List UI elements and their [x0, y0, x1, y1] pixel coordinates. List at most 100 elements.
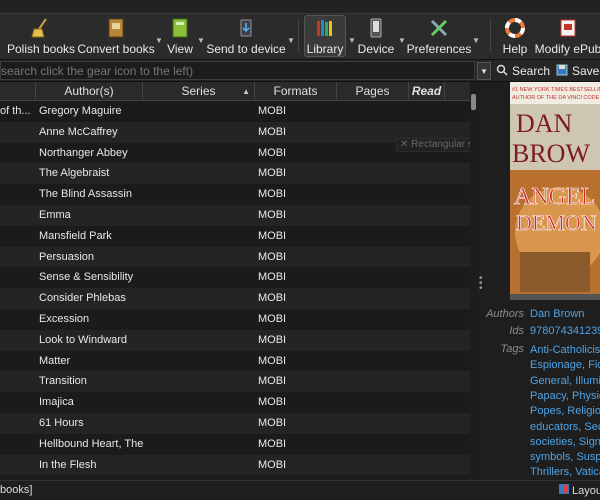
- library-button[interactable]: Library: [306, 14, 344, 58]
- column-header-read[interactable]: Read: [409, 82, 445, 101]
- format-cell: MOBI: [258, 375, 287, 388]
- polish-books-button[interactable]: Polish books: [7, 14, 75, 58]
- format-cell: MOBI: [258, 437, 287, 450]
- table-row[interactable]: Mansfield Park MOBI: [0, 226, 470, 247]
- format-cell: MOBI: [258, 396, 287, 409]
- help-button[interactable]: Help: [500, 14, 530, 58]
- tag-link[interactable]: Thrillers, Vatica: [530, 465, 600, 480]
- send-to-device-label: Send to device: [206, 42, 286, 56]
- author-cell: Sense & Sensibility: [39, 271, 134, 284]
- view-button[interactable]: View: [164, 14, 196, 58]
- column-header-series[interactable]: Series ▲: [143, 82, 255, 101]
- saved-searches-button[interactable]: Saved: [556, 62, 600, 80]
- author-cell: Imajica: [39, 396, 74, 409]
- author-cell: Anne McCaffrey: [39, 125, 118, 138]
- column-header-title[interactable]: [0, 82, 36, 101]
- layout-label: Layou: [572, 484, 600, 497]
- splitter-handle[interactable]: • • •: [479, 274, 483, 294]
- search-icon: [496, 64, 508, 79]
- library-dropdown-arrow[interactable]: ▼: [348, 36, 356, 45]
- send-dropdown-arrow[interactable]: ▼: [287, 36, 295, 45]
- title-cell: of th...: [0, 105, 31, 117]
- ghost-text: Rectangular snip: [411, 139, 475, 150]
- table-row[interactable]: Emma MOBI: [0, 205, 470, 226]
- search-bar: ▼ Search Saved: [0, 60, 600, 82]
- device-dropdown-arrow[interactable]: ▼: [398, 36, 406, 45]
- author-cell: Mansfield Park: [39, 229, 112, 242]
- table-row[interactable]: Imajica MOBI: [0, 392, 470, 413]
- tag-link[interactable]: Anti-Catholicis: [530, 343, 600, 358]
- table-row[interactable]: of th... Gregory Maguire MOBI: [0, 101, 470, 122]
- authors-link[interactable]: Dan Brown: [530, 308, 584, 320]
- author-cell: Transition: [39, 375, 87, 388]
- saved-search-icon: [556, 64, 568, 79]
- tag-link[interactable]: Papacy, Physic: [530, 389, 600, 404]
- tag-link[interactable]: Espionage, Fic: [530, 358, 600, 373]
- table-row[interactable]: Transition MOBI: [0, 371, 470, 393]
- column-header-authors[interactable]: Author(s): [36, 82, 143, 101]
- search-input[interactable]: [0, 61, 475, 80]
- toolbar-separator: [298, 18, 299, 52]
- help-icon: [504, 17, 526, 39]
- table-row[interactable]: The Algebraist MOBI: [0, 163, 470, 185]
- tag-link[interactable]: symbols, Suspe: [530, 450, 600, 465]
- format-cell: MOBI: [258, 105, 287, 117]
- table-row[interactable]: 61 Hours MOBI: [0, 413, 470, 434]
- library-icon: [314, 17, 336, 39]
- table-row[interactable]: Persuasion MOBI: [0, 246, 470, 268]
- status-bar: books] Layou: [0, 480, 600, 500]
- author-cell: 61 Hours: [39, 417, 84, 429]
- convert-dropdown-arrow[interactable]: ▼: [155, 36, 163, 45]
- help-label: Help: [502, 42, 528, 56]
- search-button-label: Search: [512, 64, 551, 78]
- status-text: books]: [0, 484, 33, 496]
- table-row[interactable]: The Blind Assassin MOBI: [0, 184, 470, 205]
- tag-link[interactable]: General, Illumi: [530, 374, 600, 389]
- search-history-dropdown[interactable]: ▼: [477, 62, 491, 80]
- cover-title-line2: DEMON: [516, 210, 597, 235]
- scrollbar-thumb[interactable]: [471, 94, 476, 110]
- author-cell: Persuasion: [39, 250, 95, 263]
- send-to-device-button[interactable]: Send to device: [206, 14, 286, 58]
- modify-epub-button[interactable]: Modify ePub: [535, 14, 600, 58]
- table-row[interactable]: Consider Phlebas MOBI: [0, 288, 470, 309]
- search-button[interactable]: Search: [496, 62, 550, 80]
- cover-author-line1: DAN: [516, 109, 573, 138]
- format-cell: MOBI: [258, 292, 287, 305]
- tag-link[interactable]: Popes, Religio: [530, 404, 600, 419]
- device-button[interactable]: Device: [358, 14, 394, 58]
- table-scrollbar[interactable]: [470, 82, 478, 478]
- table-row[interactable]: Matter MOBI: [0, 351, 470, 372]
- author-cell: The Algebraist: [39, 167, 110, 180]
- format-cell: MOBI: [258, 354, 287, 367]
- column-header-pages[interactable]: Pages: [337, 82, 409, 101]
- convert-books-label: Convert books: [77, 42, 155, 56]
- ids-link[interactable]: 978074341239: [530, 325, 600, 337]
- tag-link[interactable]: educators, Sec: [530, 420, 600, 435]
- table-row[interactable]: Excession MOBI: [0, 309, 470, 330]
- layout-button[interactable]: Layou: [559, 484, 600, 497]
- format-cell: MOBI: [258, 188, 287, 201]
- author-cell: Consider Phlebas: [39, 292, 126, 305]
- author-cell: Gregory Maguire: [39, 105, 122, 117]
- format-cell: MOBI: [258, 229, 287, 242]
- book-view-icon: [169, 17, 191, 39]
- column-header-formats[interactable]: Formats: [255, 82, 337, 101]
- view-dropdown-arrow[interactable]: ▼: [197, 36, 205, 45]
- device-label: Device: [357, 42, 395, 56]
- preferences-dropdown-arrow[interactable]: ▼: [472, 36, 480, 45]
- table-row[interactable]: In the Flesh MOBI: [0, 454, 470, 476]
- author-cell: The Blind Assassin: [39, 188, 132, 201]
- tag-link[interactable]: societies, Signs: [530, 435, 600, 450]
- broom-icon: [30, 17, 52, 39]
- table-row[interactable]: Look to Windward MOBI: [0, 329, 470, 351]
- table-row[interactable]: Sense & Sensibility MOBI: [0, 267, 470, 288]
- table-row[interactable]: Hellbound Heart, The MOBI: [0, 434, 470, 455]
- preferences-button[interactable]: Preferences: [407, 14, 471, 58]
- main-toolbar: Polish books Convert books ▼ View ▼ Send…: [0, 0, 600, 60]
- modify-epub-icon: [557, 17, 579, 39]
- book-cover[interactable]: #1 NEW YORK TIMES BESTSELLING AUTHOR OF …: [510, 82, 600, 300]
- convert-books-button[interactable]: Convert books: [77, 14, 155, 58]
- author-cell: Emma: [39, 209, 71, 221]
- author-cell: Matter: [39, 354, 71, 367]
